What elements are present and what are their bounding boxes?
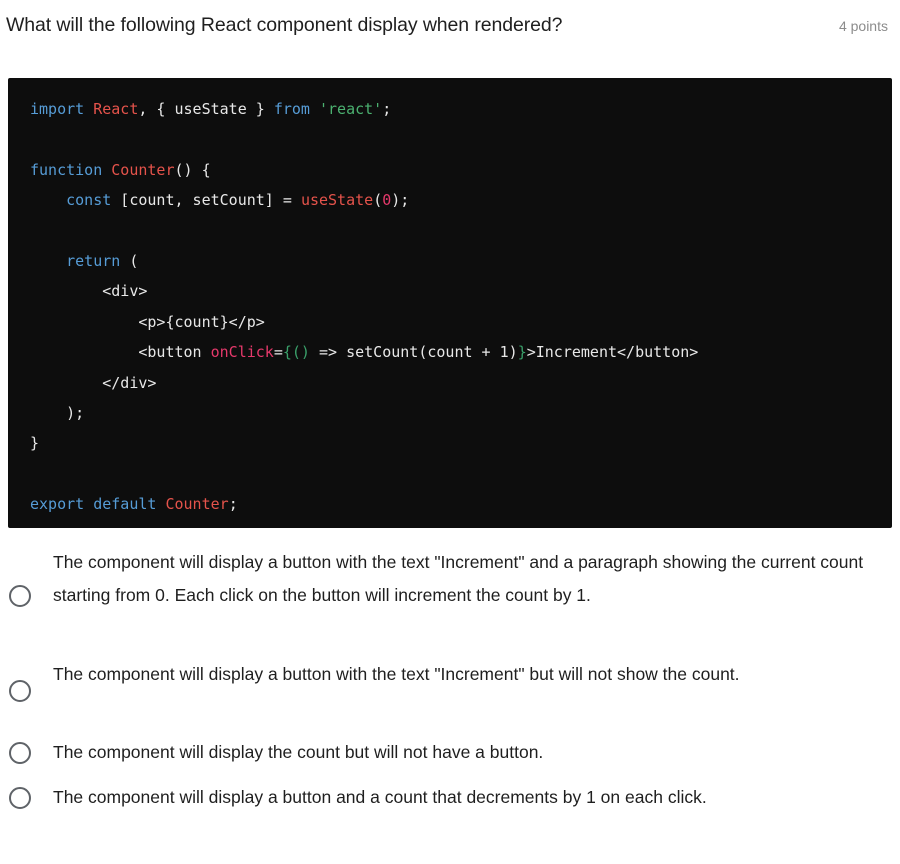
code-token-counter-export: Counter	[165, 495, 229, 514]
code-token-counter: Counter	[111, 160, 175, 179]
code-token-react-string: 'react'	[319, 100, 383, 118]
code-token-div-open: <div>	[102, 282, 148, 301]
code-token-onclick: onClick	[210, 343, 274, 362]
code-space-1	[84, 100, 93, 118]
answer-option-c-label: The component will display the count but…	[53, 742, 544, 762]
code-token-parens-brace: () {	[174, 160, 211, 179]
code-token-const: const	[66, 191, 112, 210]
code-token-close-paren: );	[30, 404, 85, 423]
code-token-jsx-open-brace: {()	[282, 343, 310, 362]
quiz-question-page: What will the following React component …	[0, 0, 900, 864]
question-prompt: What will the following React component …	[6, 14, 563, 36]
code-token-semi-1: ;	[382, 100, 392, 118]
code-token-zero: 0	[382, 191, 392, 210]
code-content: import React, { useState } from 'react';…	[8, 78, 892, 520]
code-token-open-paren: (	[373, 191, 383, 210]
answer-option-a-label: The component will display a button with…	[53, 552, 864, 605]
code-space-2	[310, 100, 319, 118]
answer-option-a[interactable]: The component will display a button with…	[0, 540, 900, 652]
code-token-function: function	[30, 160, 103, 179]
answer-option-b[interactable]: The component will display a button with…	[0, 652, 900, 730]
radio-button-b[interactable]	[9, 680, 31, 702]
radio-button-d[interactable]	[9, 786, 31, 809]
code-token-p-line: <p>{count}</p>	[138, 312, 265, 331]
code-token-react: React	[93, 100, 139, 118]
code-token-return-paren: (	[120, 252, 139, 271]
answer-option-d[interactable]: The component will display a button and …	[0, 775, 900, 820]
answer-option-c[interactable]: The component will display the count but…	[0, 730, 900, 775]
code-token-destructure: [count, setCount] =	[111, 191, 301, 210]
question-header: What will the following React component …	[0, 0, 900, 56]
code-token-div-close: </div>	[102, 373, 157, 392]
answer-option-b-label: The component will display a button with…	[53, 664, 740, 684]
code-token-usestate: useState	[300, 191, 374, 210]
code-token-func-close: }	[30, 434, 40, 453]
code-token-export: export default	[30, 495, 157, 514]
code-token-import: import	[30, 100, 85, 118]
radio-button-a[interactable]	[9, 585, 31, 607]
code-token-button-rest: >Increment</button>	[526, 343, 699, 362]
code-token-equals: =	[273, 343, 283, 362]
answer-options-list: The component will display a button with…	[0, 540, 900, 820]
code-token-named-import: , { useState }	[138, 100, 274, 118]
code-block[interactable]: import React, { useState } from 'react';…	[8, 78, 892, 528]
code-token-return: return	[66, 252, 121, 271]
code-token-jsx-close-brace: }	[517, 343, 527, 362]
question-points: 4 points	[838, 18, 888, 34]
code-space-3	[102, 161, 111, 179]
code-token-arrow-setcount: => setCount(count + 1)	[309, 343, 518, 362]
code-token-semi-2: ;	[228, 495, 238, 514]
answer-option-d-label: The component will display a button and …	[53, 787, 707, 807]
code-token-from: from	[273, 100, 310, 118]
code-token-button-open: <button	[138, 343, 211, 362]
code-token-close-paren-semi: );	[391, 191, 410, 210]
radio-button-c[interactable]	[9, 741, 31, 764]
